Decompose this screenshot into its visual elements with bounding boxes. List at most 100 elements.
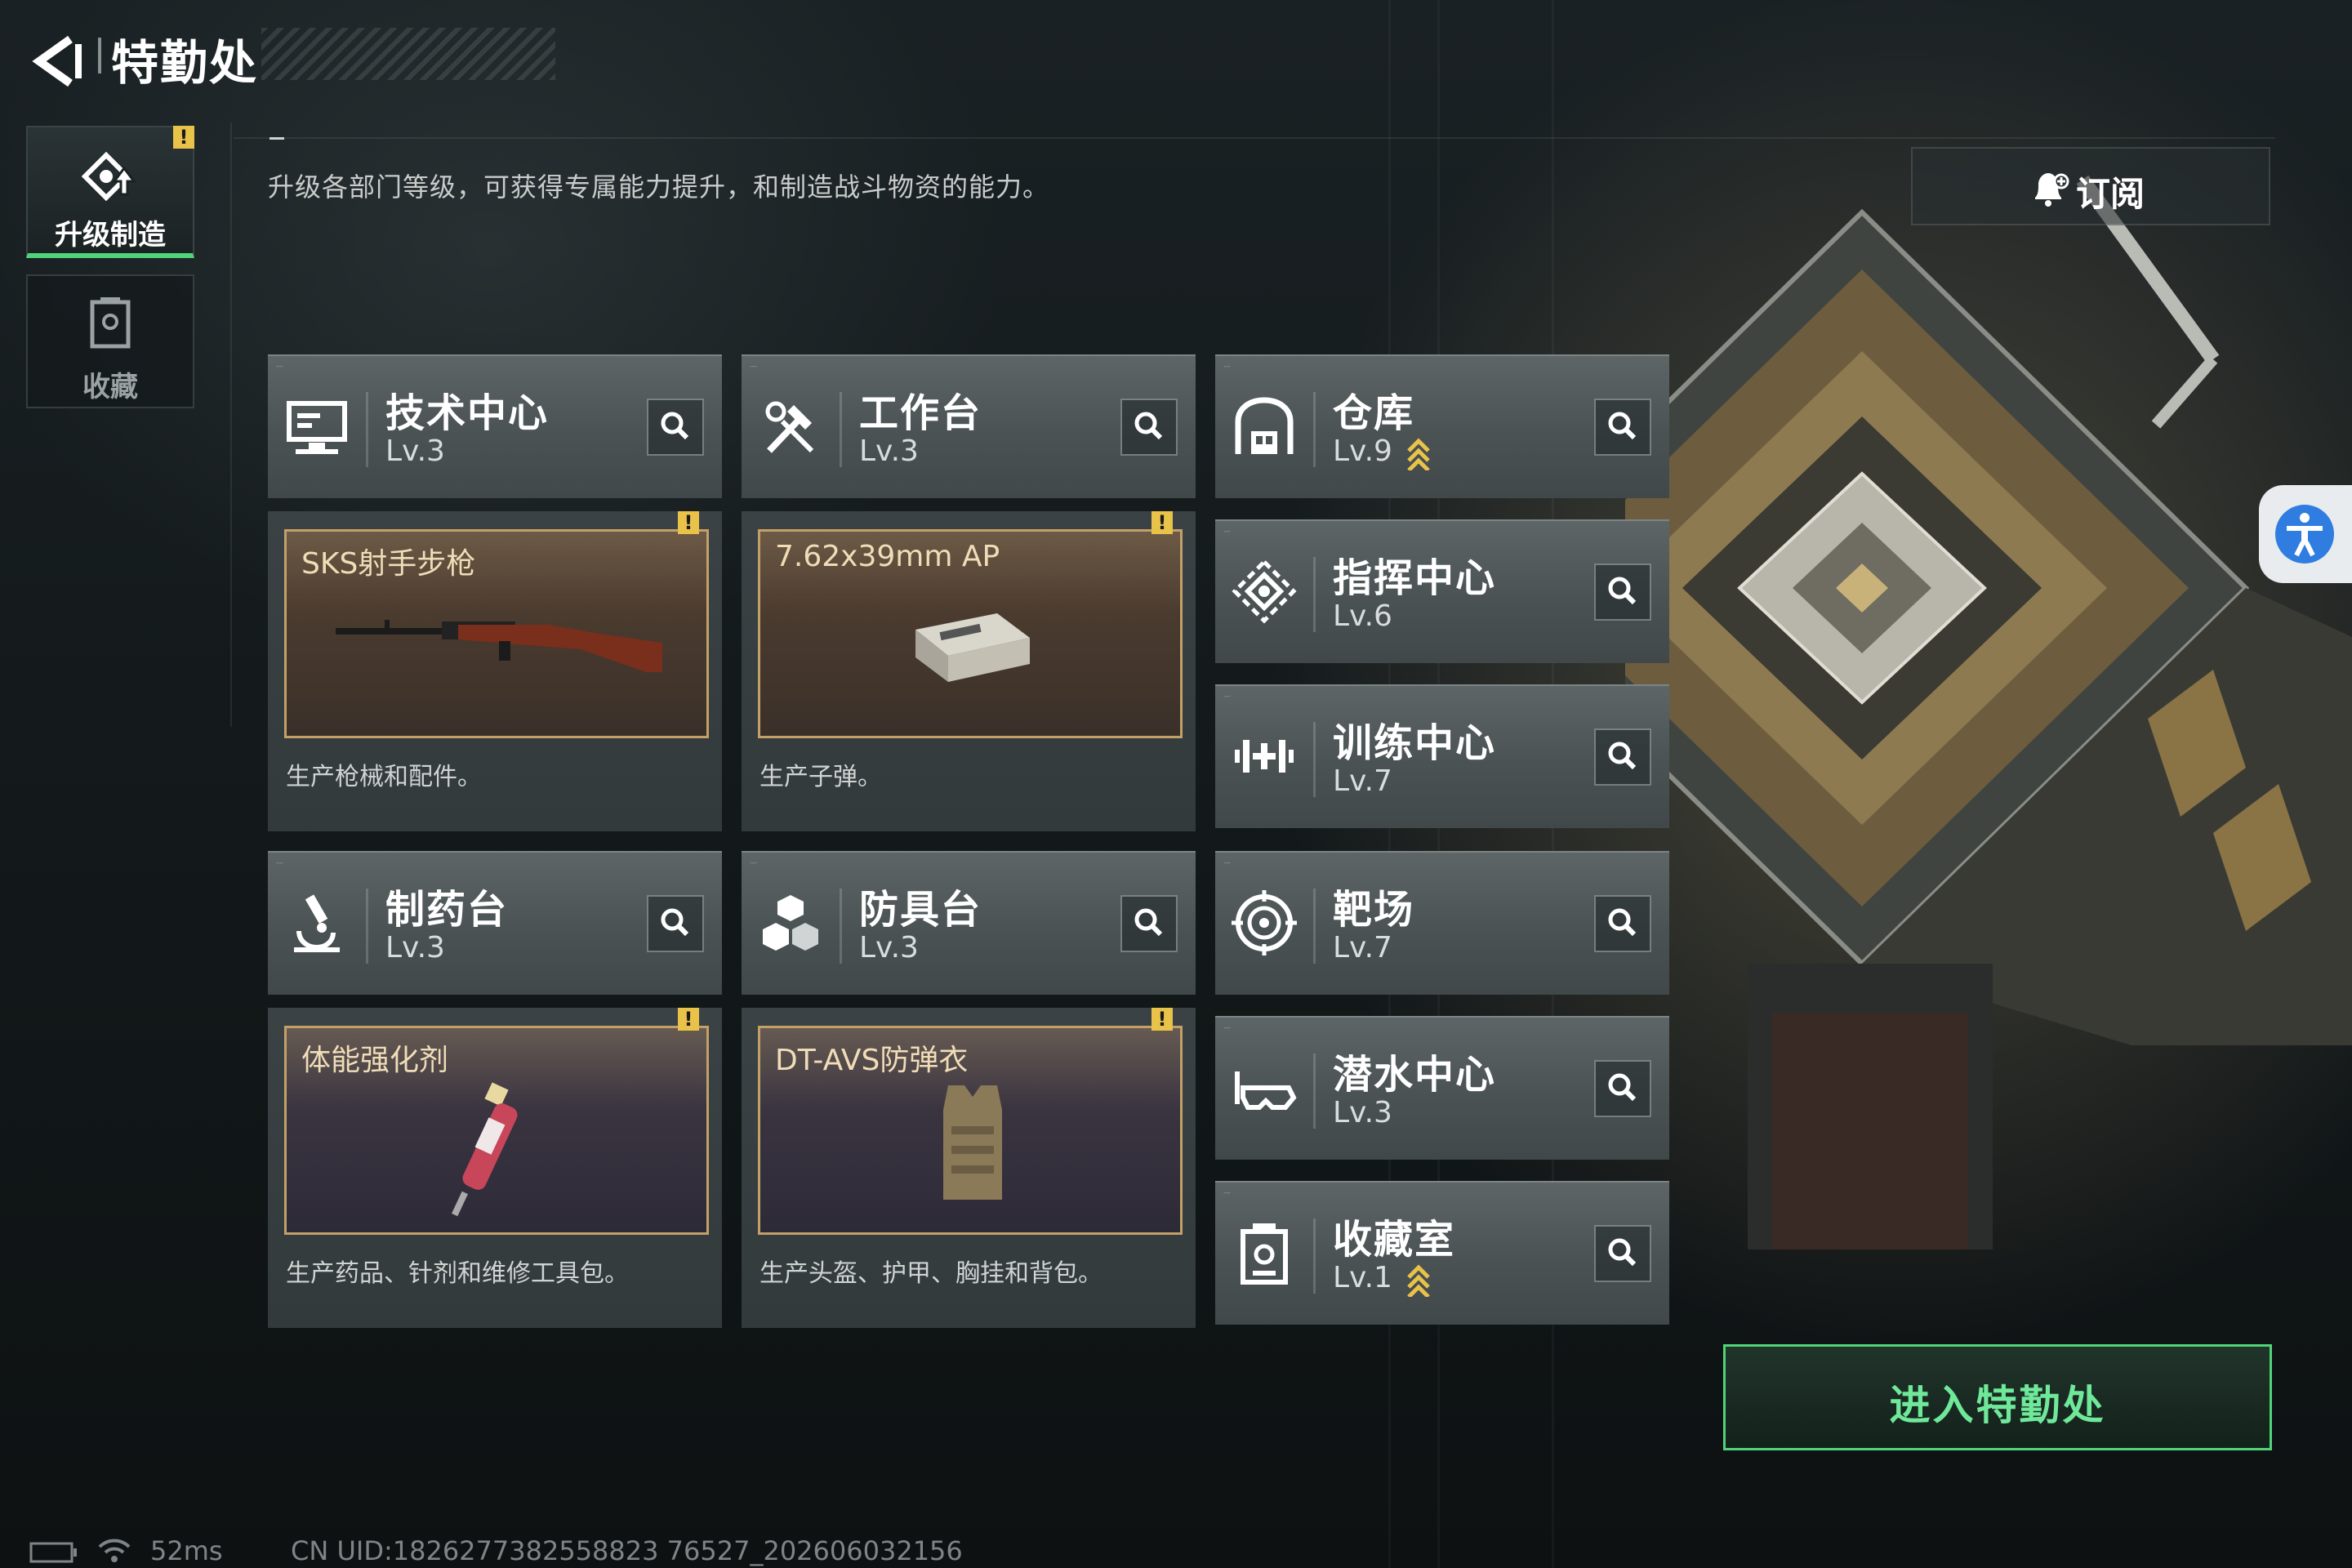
search-icon	[1608, 908, 1637, 937]
bell-icon	[2035, 173, 2069, 207]
facility-name: 潜水中心	[1333, 1052, 1497, 1098]
page-description: 升级各部门等级，可获得专属能力提升，和制造战斗物资的能力。	[268, 172, 1050, 203]
armor-blocks-icon	[763, 895, 818, 951]
nav-tab-upgrade[interactable]: 升级制造 !	[26, 126, 194, 258]
ammo-box-icon	[915, 613, 1030, 682]
warning-badge: !	[1152, 1008, 1173, 1031]
card-microtext: —	[1223, 528, 1231, 536]
card-separator	[1313, 557, 1316, 632]
nav-tab-collection-label: 收藏	[82, 371, 138, 403]
facility-name: 制药台	[385, 887, 509, 933]
microscope-icon	[294, 894, 340, 952]
search-icon	[661, 908, 689, 937]
card-microtext: —	[1223, 693, 1231, 701]
nav-tab-collection[interactable]: 收藏	[26, 274, 194, 408]
warning-badge: !	[173, 126, 194, 149]
search-icon	[1134, 412, 1163, 440]
facility-name: 训练中心	[1333, 720, 1497, 766]
production-item-slot[interactable]: 体能强化剂	[284, 1026, 709, 1235]
facility-card-warehouse[interactable]: — 仓库 Lv.9	[1215, 354, 1669, 498]
warning-badge: !	[678, 1008, 699, 1031]
production-item-slot[interactable]: DT-AVS防弹衣	[758, 1026, 1183, 1235]
facility-level: Lv.3	[1333, 1096, 1392, 1129]
divider	[230, 122, 232, 727]
facility-name: 仓库	[1333, 390, 1415, 436]
diving-mask-icon	[1235, 1071, 1297, 1110]
search-button[interactable]	[1594, 564, 1651, 621]
title-separator	[98, 38, 101, 74]
facility-name: 靶场	[1333, 887, 1415, 933]
card-separator	[1313, 889, 1316, 964]
production-item-slot[interactable]: 7.62x39mm AP	[758, 529, 1183, 738]
facility-card-shooting-range[interactable]: — 靶场 Lv.7	[1215, 851, 1669, 995]
upgrade-chevron-icon	[1407, 438, 1430, 470]
facility-level: Lv.3	[859, 434, 919, 468]
card-separator	[366, 392, 368, 467]
dumbbell-icon	[1235, 740, 1294, 773]
production-item-name: DT-AVS防弹衣	[775, 1044, 969, 1077]
card-separator	[1313, 1054, 1316, 1129]
search-button[interactable]	[1594, 1060, 1651, 1117]
facility-card-armor-bench[interactable]: — 防具台 Lv.3	[742, 851, 1196, 995]
warning-badge: !	[1152, 511, 1173, 534]
search-button[interactable]	[1594, 895, 1651, 952]
production-item-name: 7.62x39mm AP	[775, 540, 1000, 573]
facility-name: 技术中心	[385, 390, 550, 436]
facility-level: Lv.3	[859, 931, 919, 964]
search-button[interactable]	[647, 399, 704, 456]
production-description: 生产头盔、护甲、胸挂和背包。	[760, 1259, 1102, 1288]
back-arrow-icon[interactable]	[28, 33, 85, 90]
search-button[interactable]	[1594, 1225, 1651, 1282]
search-button[interactable]	[1594, 728, 1651, 786]
tools-icon	[765, 401, 814, 453]
facility-name: 防具台	[859, 887, 982, 933]
facility-card-diving-center[interactable]: — 潜水中心 Lv.3	[1215, 1016, 1669, 1160]
facility-level: Lv.6	[1333, 599, 1392, 633]
search-button[interactable]	[1120, 895, 1178, 952]
enter-button-label: 进入特勤处	[1889, 1382, 2106, 1429]
collection-icon	[90, 297, 131, 349]
collection-icon	[1241, 1223, 1288, 1285]
production-item-name: SKS射手步枪	[301, 547, 476, 581]
facility-card-tech-center[interactable]: — 技术中心 Lv.3	[268, 354, 722, 498]
divider-accent	[270, 137, 284, 140]
search-icon	[1608, 1073, 1637, 1102]
facility-card-workbench[interactable]: — 工作台 Lv.3	[742, 354, 1196, 498]
search-button[interactable]	[1594, 399, 1651, 456]
search-icon	[1608, 1238, 1637, 1267]
card-separator	[1313, 722, 1316, 797]
production-item-slot[interactable]: SKS射手步枪	[284, 529, 709, 738]
divider	[234, 137, 2275, 139]
injector-icon	[452, 1082, 518, 1217]
search-icon	[1608, 742, 1637, 770]
accessibility-button[interactable]	[2259, 485, 2352, 583]
facility-level: Lv.1	[1333, 1261, 1392, 1294]
card-microtext: —	[1223, 1189, 1231, 1197]
facility-card-training-center[interactable]: — 训练中心 Lv.7	[1215, 684, 1669, 828]
card-microtext: —	[750, 859, 757, 867]
card-separator	[840, 392, 842, 467]
facility-card-pharmacy[interactable]: — 制药台 Lv.3	[268, 851, 722, 995]
facility-cube-artwork	[1625, 147, 2352, 1250]
search-button[interactable]	[1120, 399, 1178, 456]
rifle-icon	[336, 620, 662, 672]
production-item-name: 体能强化剂	[301, 1044, 449, 1077]
facility-name: 收藏室	[1333, 1217, 1456, 1263]
enter-special-ops-button[interactable]: 进入特勤处	[1723, 1344, 2272, 1450]
facility-card-command-center[interactable]: — 指挥中心 Lv.6	[1215, 519, 1669, 663]
facility-level: Lv.3	[385, 434, 445, 468]
battery-icon	[29, 1542, 77, 1563]
card-microtext: —	[1223, 1024, 1231, 1032]
subscribe-button[interactable]: 订阅	[1911, 147, 2270, 225]
facility-level: Lv.7	[1333, 931, 1392, 964]
player-uid: CN UID:1826277382558823 76527_2026060321…	[291, 1535, 963, 1566]
card-microtext: —	[276, 859, 283, 867]
subscribe-label: 订阅	[2076, 174, 2145, 214]
search-button[interactable]	[647, 895, 704, 952]
card-separator	[366, 889, 368, 964]
facility-card-collection-room[interactable]: — 收藏室 Lv.1	[1215, 1181, 1669, 1325]
monitor-icon	[287, 401, 347, 454]
warehouse-icon	[1235, 397, 1294, 454]
search-icon	[1134, 908, 1163, 937]
production-panel-tech-center: SKS射手步枪 生产枪械和配件。 !	[268, 511, 722, 831]
